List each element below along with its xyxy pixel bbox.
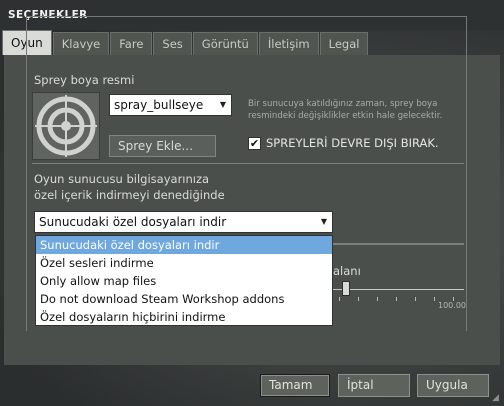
disable-sprays-label: SPREYLERİ DEVRE DIŞI BIRAK. (266, 136, 439, 150)
dropdown-option[interactable]: Özel sesleri indirme (36, 254, 332, 272)
slider-tick (415, 297, 416, 301)
spray-hint-text: Bir sunucuya katıldığınız zaman, sprey b… (248, 99, 443, 121)
dropdown-option[interactable]: Sunucudaki özel dosyaları indir (36, 236, 332, 254)
section-divider-right (331, 243, 464, 245)
dropdown-option[interactable]: Only allow map files (36, 272, 332, 290)
cancel-button[interactable]: İptal (338, 374, 410, 397)
section-divider (32, 163, 464, 164)
apply-button[interactable]: Uygula (417, 374, 489, 397)
download-dropdown-list: Sunucudaki özel dosyaları indir Özel ses… (35, 235, 333, 326)
add-spray-button[interactable]: Sprey Ekle... (109, 135, 216, 157)
slider-thumb[interactable] (342, 281, 350, 296)
dropdown-option[interactable]: Özel dosyaların hiçbirini indirme (36, 308, 332, 326)
download-select[interactable]: Sunucudaki özel dosyaları indir ▼ (34, 211, 333, 233)
slider-tick (358, 297, 359, 301)
dropdown-option[interactable]: Do not download Steam Workshop addons (36, 290, 332, 308)
slider-tick (434, 297, 435, 301)
download-select-value: Sunucudaki özel dosyaları indir (39, 215, 227, 229)
chevron-down-icon: ▼ (320, 217, 327, 226)
spray-select[interactable]: spray_bullseye ▼ (109, 94, 232, 116)
slider-tick (396, 297, 397, 301)
options-window: SEÇENEKLER Oyun Klavye Fare Ses Görüntü … (0, 0, 504, 406)
slider-label-partial: alanı (333, 264, 361, 278)
resize-grip-icon[interactable]: ◢ (492, 394, 502, 404)
spray-preview (32, 92, 100, 160)
ok-button[interactable]: Tamam (260, 374, 330, 397)
slider-track[interactable] (333, 289, 464, 290)
download-label-line1: Oyun sunucusu bilgisayarınıza (34, 172, 210, 186)
slider-max-label: 100.00 (438, 301, 466, 310)
download-label-line2: özel içerik indirmeyi denediğinde (34, 188, 225, 202)
slider-tick (339, 297, 340, 301)
chevron-down-icon: ▼ (219, 100, 226, 109)
spray-section-label: Sprey boya resmi (34, 73, 135, 87)
bullseye-target-icon (35, 95, 97, 157)
disable-sprays-checkbox[interactable]: ✔ (248, 137, 261, 150)
spray-select-value: spray_bullseye (114, 98, 204, 112)
slider-tick (377, 297, 378, 301)
